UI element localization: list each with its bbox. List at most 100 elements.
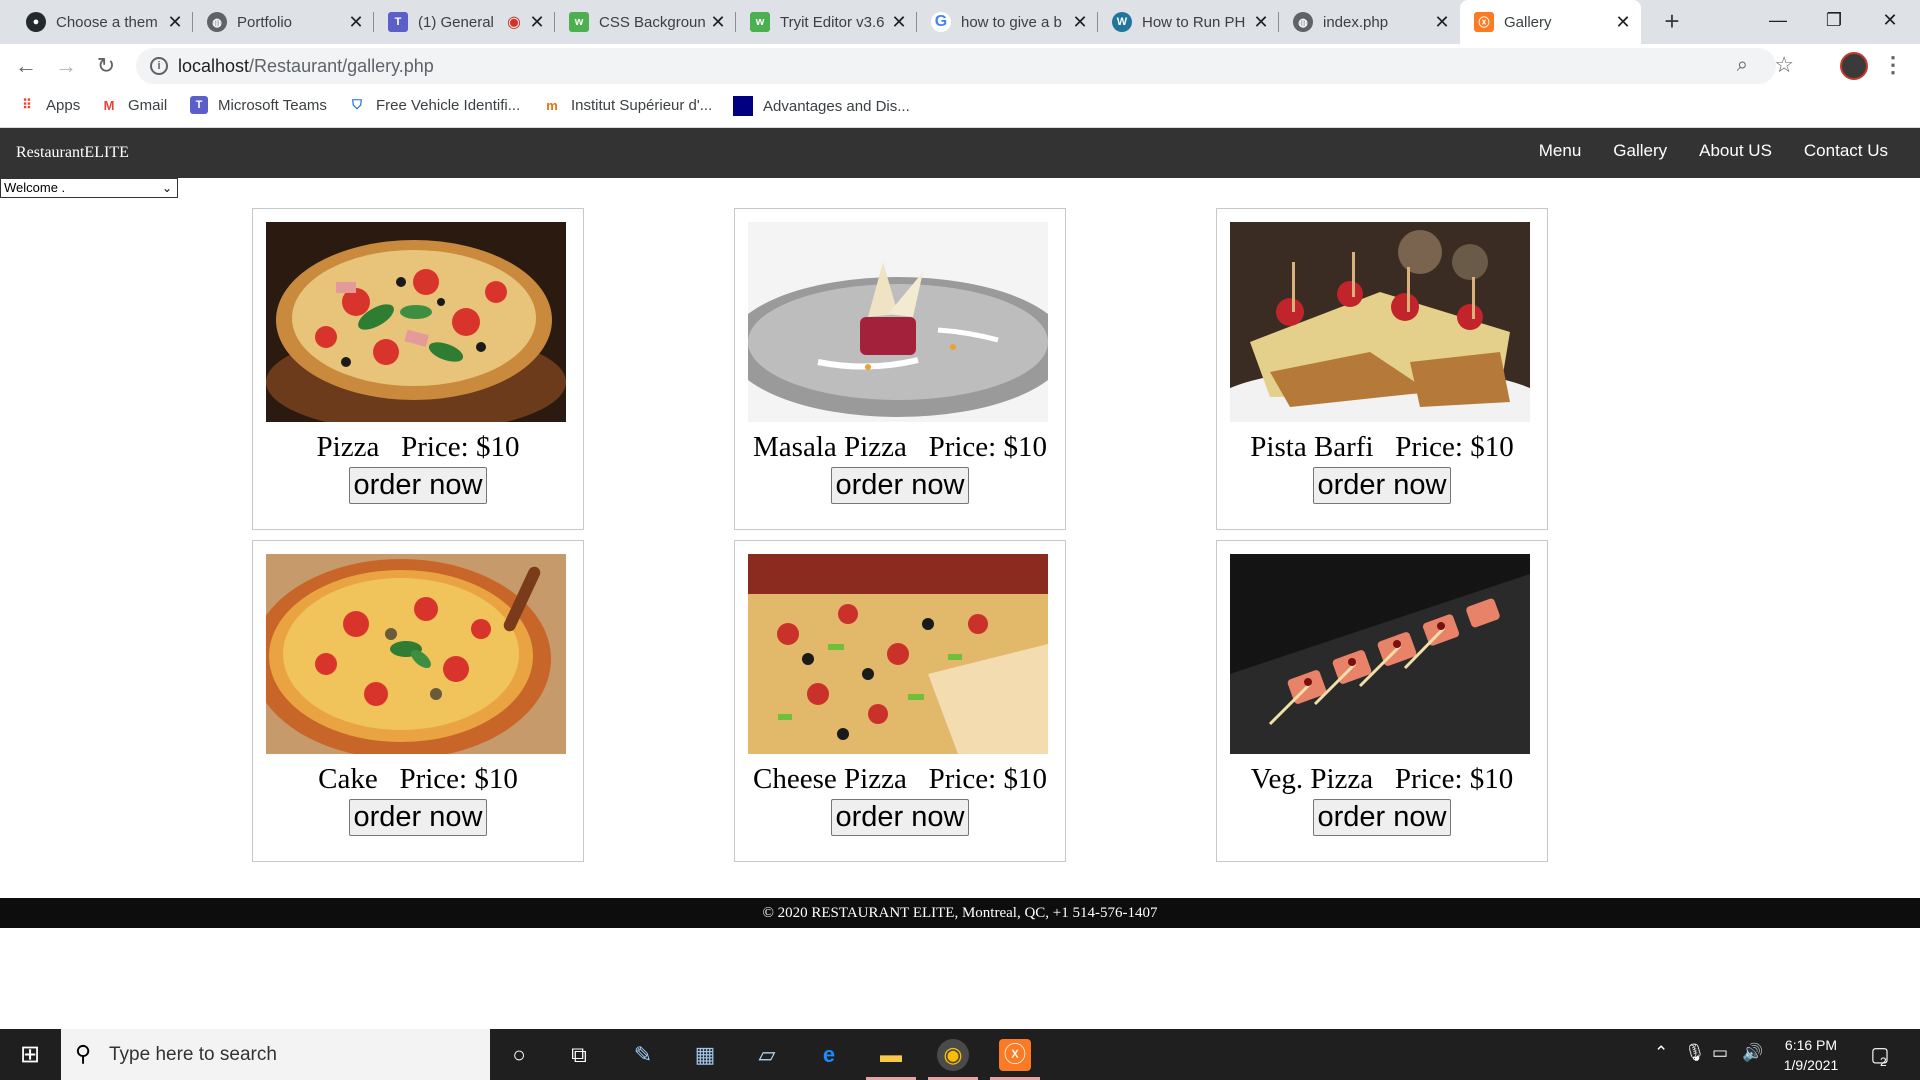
item-price: Price: $10 — [401, 431, 520, 463]
profile-avatar[interactable] — [1840, 52, 1868, 80]
close-icon[interactable]: ✕ — [708, 12, 728, 33]
calculator-icon[interactable]: ▦ — [689, 1039, 721, 1071]
xampp-icon[interactable]: ⓧ — [999, 1039, 1031, 1071]
nav-contact-us[interactable]: Contact Us — [1788, 128, 1904, 178]
tab-general[interactable]: T (1) General ◉ ✕ — [374, 0, 555, 44]
minimize-button[interactable]: — — [1750, 0, 1806, 40]
shield-icon: ⛉ — [352, 97, 362, 112]
restore-button[interactable]: ❐ — [1806, 0, 1862, 40]
plated-dish-photo — [748, 222, 1048, 422]
order-now-button[interactable]: order now — [831, 799, 969, 836]
url-host: localhost — [178, 56, 250, 76]
item-caption: Cake Price: $10 — [253, 763, 583, 796]
order-now-button[interactable]: order now — [1313, 467, 1451, 504]
tab-google-search[interactable]: G how to give a b ✕ — [917, 0, 1098, 44]
url-path: /Restaurant/gallery.php — [249, 56, 434, 76]
welcome-select[interactable]: Welcome . ⌄ — [0, 178, 178, 198]
back-button[interactable]: ← — [10, 50, 42, 82]
edge-icon[interactable]: e — [813, 1039, 845, 1071]
tab-choose-a-theme[interactable]: ● Choose a them ✕ — [12, 0, 193, 44]
site-footer: © 2020 RESTAURANT ELITE, Montreal, QC, +… — [0, 898, 1920, 928]
site-brand[interactable]: RestaurantELITE — [16, 144, 129, 162]
tab-gallery[interactable]: ⓧ Gallery ✕ — [1460, 0, 1641, 44]
bookmark-institut-superieur[interactable]: m Institut Supérieur d'... — [543, 96, 712, 114]
new-tab-button[interactable]: + — [1656, 6, 1688, 38]
tab-index-php[interactable]: ◍ index.php ✕ — [1279, 0, 1460, 44]
task-view-icon[interactable]: ⧉ — [563, 1039, 595, 1071]
nav-about-us[interactable]: About US — [1683, 128, 1788, 178]
close-icon[interactable]: ✕ — [1070, 12, 1090, 33]
xampp-icon: ⓧ — [1474, 12, 1494, 32]
close-icon[interactable]: ✕ — [1613, 12, 1633, 33]
chrome-icon[interactable]: ◉ — [937, 1039, 969, 1071]
file-explorer-icon[interactable]: ▬ — [875, 1039, 907, 1071]
tab-tryit-editor[interactable]: w Tryit Editor v3.6 ✕ — [736, 0, 917, 44]
bookmark-microsoft-teams[interactable]: T Microsoft Teams — [190, 96, 327, 114]
forward-button[interactable]: → — [50, 50, 82, 82]
gallery-card: Pista Barfi Price: $10 order now — [1216, 208, 1548, 530]
tab-portfolio[interactable]: ◍ Portfolio ✕ — [193, 0, 374, 44]
teams-icon: T — [388, 12, 408, 32]
window-close-button[interactable]: ✕ — [1862, 0, 1918, 40]
chevron-down-icon: ⌄ — [161, 181, 172, 195]
notepad-icon[interactable]: ▱ — [751, 1039, 783, 1071]
gallery-card: Cheese Pizza Price: $10 order now — [734, 540, 1066, 862]
tab-run-php[interactable]: W How to Run PH ✕ — [1098, 0, 1279, 44]
order-now-button[interactable]: order now — [1313, 799, 1451, 836]
bookmarks-bar: ⠿ Apps M Gmail T Microsoft Teams ⛉ Free … — [0, 86, 1920, 128]
order-now-button[interactable]: order now — [349, 799, 487, 836]
tab-title: how to give a b — [961, 13, 1062, 31]
gallery-card: Masala Pizza Price: $10 order now — [734, 208, 1066, 530]
taskbar-search-box[interactable]: ⚲ Type here to search — [61, 1029, 490, 1080]
pizza-photo — [266, 222, 566, 422]
cortana-icon[interactable]: ○ — [503, 1039, 535, 1071]
gallery-card: Pizza Price: $10 order now — [252, 208, 584, 530]
close-icon[interactable]: ✕ — [889, 12, 909, 33]
close-icon[interactable]: ✕ — [346, 12, 366, 33]
gmail-icon: M — [103, 97, 115, 113]
close-icon[interactable]: ✕ — [1432, 12, 1452, 33]
bookmark-gmail[interactable]: M Gmail — [100, 96, 168, 114]
institute-icon: m — [546, 97, 558, 113]
close-icon[interactable]: ✕ — [527, 12, 547, 33]
nav-menu[interactable]: Menu — [1523, 128, 1598, 178]
browser-menu-icon[interactable]: ⋮ — [1882, 52, 1904, 78]
page-content: RestaurantELITE Menu Gallery About US Co… — [0, 128, 1920, 1029]
paint-icon[interactable]: ✎ — [627, 1039, 659, 1071]
order-now-button[interactable]: order now — [349, 467, 487, 504]
globe-icon: ◍ — [207, 12, 227, 32]
site-info-icon[interactable]: i — [150, 57, 168, 75]
battery-icon[interactable]: ▭ — [1712, 1043, 1728, 1063]
gallery-card: Veg. Pizza Price: $10 order now — [1216, 540, 1548, 862]
bookmark-star-icon[interactable]: ☆ — [1774, 52, 1794, 78]
nav-links: Menu Gallery About US Contact Us — [1523, 128, 1904, 178]
item-caption: Pista Barfi Price: $10 — [1217, 431, 1547, 464]
order-now-button[interactable]: order now — [831, 467, 969, 504]
gallery-card: Cake Price: $10 order now — [252, 540, 584, 862]
windows-start-icon[interactable]: ⊞ — [14, 1039, 46, 1071]
item-caption: Cheese Pizza Price: $10 — [735, 763, 1065, 796]
bookmark-vehicle-identification[interactable]: ⛉ Free Vehicle Identifi... — [348, 96, 520, 114]
bookmark-label: Free Vehicle Identifi... — [376, 96, 521, 114]
tapas-photo — [1230, 222, 1530, 422]
reload-button[interactable]: ↻ — [90, 50, 122, 82]
taskbar-clock[interactable]: 6:16 PM 1/9/2021 — [1766, 1035, 1856, 1075]
bookmark-apps[interactable]: ⠿ Apps — [18, 96, 80, 114]
url-text[interactable]: localhost/Restaurant/gallery.php — [178, 56, 434, 77]
microphone-icon[interactable]: 🎙 — [1684, 1043, 1706, 1063]
item-price: Price: $10 — [1395, 431, 1514, 463]
bookmark-label: Advantages and Dis... — [763, 97, 910, 115]
close-icon[interactable]: ✕ — [165, 12, 185, 33]
tab-css-background[interactable]: w CSS Backgroun ✕ — [555, 0, 736, 44]
clock-date: 1/9/2021 — [1783, 1057, 1839, 1073]
nav-gallery[interactable]: Gallery — [1597, 128, 1683, 178]
zoom-icon[interactable]: ⌕ — [1737, 54, 1748, 77]
volume-icon[interactable]: 🔊 — [1742, 1043, 1763, 1063]
tab-title: Portfolio — [237, 13, 293, 31]
address-bar[interactable]: i localhost/Restaurant/gallery.php ⌕ ☆ — [136, 48, 1794, 84]
bookmark-advantages[interactable]: Advantages and Dis... — [733, 96, 910, 116]
chevron-up-icon[interactable]: ⌃ — [1654, 1043, 1668, 1063]
close-icon[interactable]: ✕ — [1251, 12, 1271, 33]
tab-title: (1) General — [418, 13, 494, 31]
clock-time: 6:16 PM — [1784, 1037, 1838, 1053]
